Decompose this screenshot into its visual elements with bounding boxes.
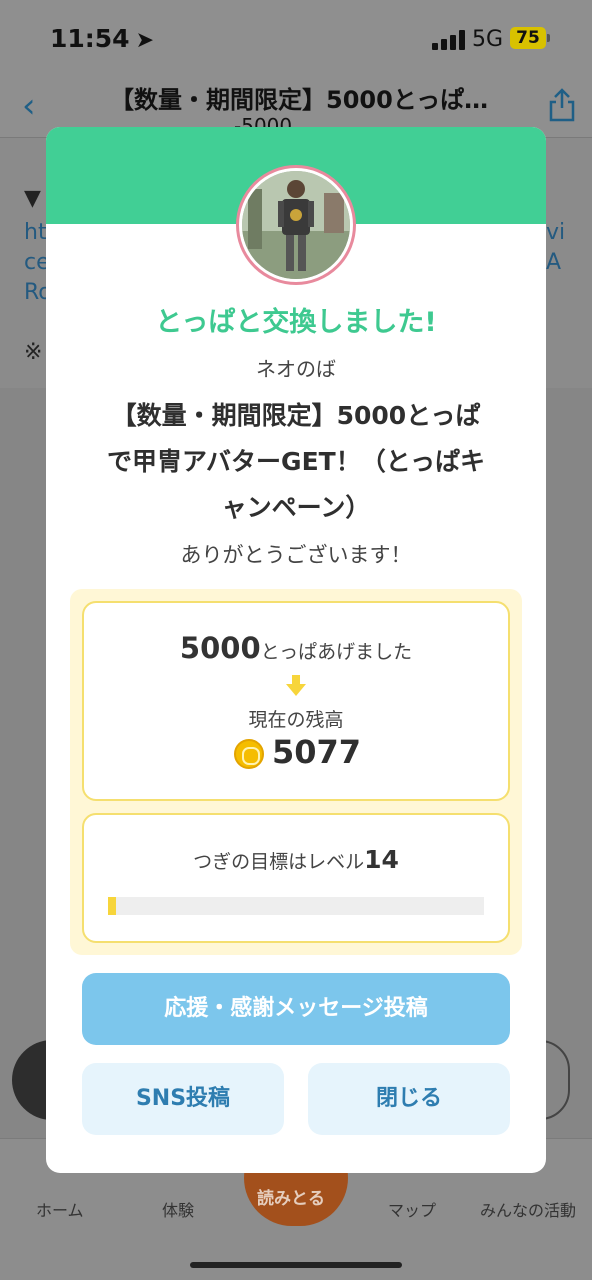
- thanks-message: ありがとうございます！: [180, 543, 412, 567]
- bg-bullet: ▼: [24, 186, 41, 211]
- down-arrow-icon: [286, 675, 306, 696]
- support-message-button[interactable]: 応援・感謝メッセージ投稿: [82, 973, 510, 1045]
- armor-avatar-illustration: [242, 171, 350, 279]
- home-indicator: [190, 1262, 402, 1268]
- back-icon[interactable]: ‹: [22, 86, 36, 126]
- status-time: 11:54 ➤: [50, 24, 155, 53]
- status-bar: 11:54 ➤ 5G 75: [0, 0, 592, 80]
- level-progress-bar: [108, 897, 484, 915]
- next-level-text: つぎの目標はレベル: [193, 851, 365, 873]
- next-level-number: 14: [364, 845, 399, 874]
- campaign-title: 【数量・期間限定】5000とっぱで甲冑アバターGET！（とっぱキャンペーン）: [107, 401, 485, 522]
- next-level-line: つぎの目標はレベル14: [84, 845, 508, 874]
- balance-card: 5000とっぱあげました 現在の残高 5077: [82, 601, 510, 801]
- avatar-image: [242, 171, 350, 279]
- coin-icon: [234, 739, 264, 769]
- avatar: [236, 165, 356, 285]
- bg-note: ※: [24, 340, 43, 365]
- exchange-complete-modal: とっぱと交換しました! ネオのば 【数量・期間限定】5000とっぱで甲冑アバター…: [46, 127, 546, 1173]
- sns-post-button[interactable]: SNS投稿: [82, 1063, 284, 1135]
- tab-home[interactable]: ホーム: [36, 1197, 84, 1221]
- exchange-headline: とっぱと交換しました!: [155, 307, 437, 338]
- level-progress-fill: [108, 897, 116, 915]
- close-button[interactable]: 閉じる: [308, 1063, 510, 1135]
- given-amount: 5000: [179, 631, 261, 665]
- battery-icon: 75: [510, 27, 546, 49]
- given-text: とっぱあげました: [260, 641, 413, 663]
- page-title: 【数量・期間限定】5000とっぱ…: [110, 86, 489, 114]
- bg-link-end: A: [546, 250, 562, 275]
- tab-activity[interactable]: みんなの活動: [480, 1197, 576, 1221]
- tab-read-label: 読みとる: [257, 1189, 325, 1209]
- signal-icon: [432, 30, 466, 50]
- level-card: つぎの目標はレベル14: [82, 813, 510, 943]
- balance-label: 現在の残高: [248, 709, 344, 731]
- tab-experience[interactable]: 体験: [162, 1197, 194, 1221]
- bg-link-end: vi: [546, 220, 566, 245]
- location-arrow-icon: ➤: [135, 28, 155, 53]
- organization-name: ネオのば: [256, 357, 336, 381]
- network-label: 5G: [472, 27, 504, 52]
- given-amount-line: 5000とっぱあげました: [84, 631, 508, 665]
- balance-value: 5077: [272, 733, 362, 771]
- share-icon[interactable]: [548, 88, 576, 122]
- summary-panel: 5000とっぱあげました 現在の残高 5077 つぎの目標はレベル14: [70, 589, 522, 955]
- bg-link-line: ht: [24, 220, 47, 245]
- tab-map[interactable]: マップ: [388, 1197, 436, 1221]
- battery-tip: [547, 34, 550, 42]
